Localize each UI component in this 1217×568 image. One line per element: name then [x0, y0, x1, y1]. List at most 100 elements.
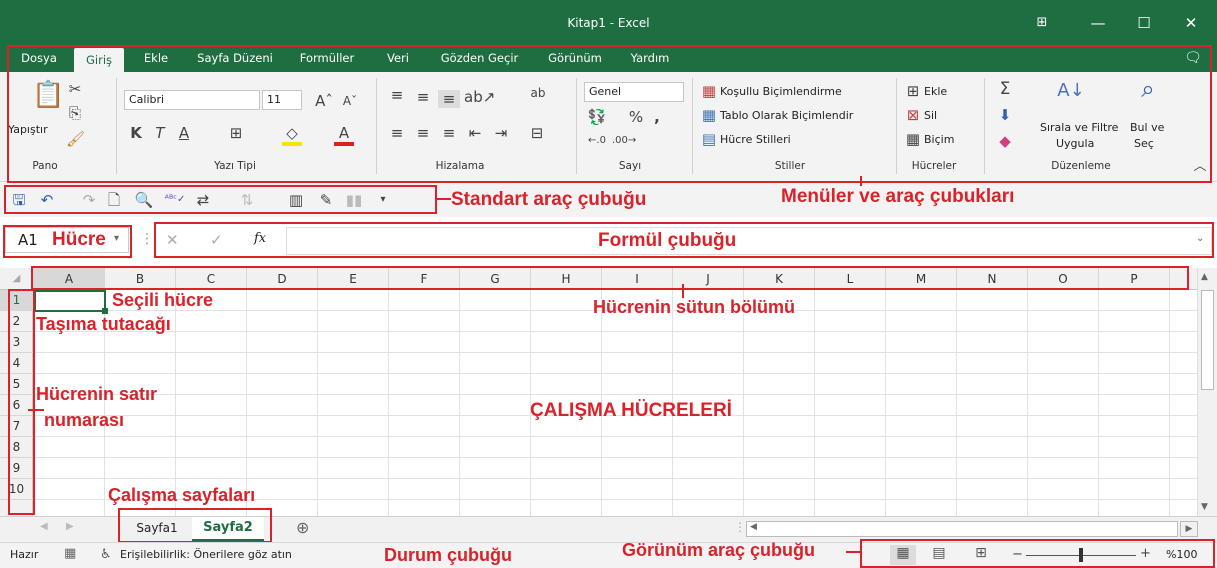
- zoom-slider-thumb[interactable]: [1079, 548, 1083, 562]
- row-header[interactable]: 7: [0, 416, 33, 437]
- page-layout-view-icon[interactable]: ▤: [926, 545, 952, 565]
- format-as-table-icon[interactable]: ▦: [700, 106, 718, 124]
- font-name-select[interactable]: Calibri: [124, 90, 260, 110]
- merge-center-icon[interactable]: ⊟: [526, 124, 548, 142]
- fill-color-icon[interactable]: ◇: [282, 124, 302, 146]
- row-header[interactable]: 6: [0, 395, 33, 416]
- row-header[interactable]: 2: [0, 311, 33, 332]
- column-header[interactable]: M: [886, 268, 957, 290]
- row-header[interactable]: 3: [0, 332, 33, 353]
- align-top-icon[interactable]: ≡: [386, 86, 408, 104]
- row-header[interactable]: 10: [0, 479, 33, 500]
- grow-font-icon[interactable]: Aˆ: [314, 92, 334, 110]
- column-header[interactable]: P: [1099, 268, 1170, 290]
- shrink-font-icon[interactable]: Aˇ: [340, 92, 360, 110]
- accessibility-icon[interactable]: ♿: [100, 547, 112, 562]
- row-header[interactable]: 1: [0, 290, 33, 311]
- tab-gozden-gecir[interactable]: Gözden Geçir: [432, 46, 527, 72]
- paint-icon[interactable]: ✎: [316, 191, 336, 209]
- number-format-select[interactable]: Genel: [584, 82, 684, 102]
- comments-icon[interactable]: 🗨: [1178, 46, 1208, 72]
- horizontal-scrollbar[interactable]: [746, 521, 1178, 537]
- save-icon[interactable]: 🖫: [10, 191, 28, 209]
- vertical-scrollbar[interactable]: ▲ ▼: [1197, 268, 1217, 516]
- align-bottom-icon[interactable]: ≡: [438, 90, 460, 108]
- fill-icon[interactable]: ⬇: [996, 106, 1014, 124]
- column-header[interactable]: L: [815, 268, 886, 290]
- orientation-icon[interactable]: ab↗: [464, 88, 495, 106]
- cell-styles-button[interactable]: Hücre Stilleri: [720, 132, 791, 148]
- underline-button[interactable]: A: [176, 124, 192, 142]
- align-center-icon[interactable]: ≡: [412, 124, 434, 142]
- sheet-tab[interactable]: Sayfa1: [124, 517, 190, 541]
- scroll-thumb[interactable]: [1201, 290, 1214, 390]
- name-box-dropdown-icon[interactable]: ▾: [114, 233, 119, 244]
- tab-giris[interactable]: Giriş: [74, 48, 124, 72]
- insert-cells-icon[interactable]: ⊞: [904, 82, 922, 100]
- align-middle-icon[interactable]: ≡: [412, 88, 434, 106]
- tab-ekle[interactable]: Ekle: [136, 46, 176, 72]
- customize-qat-icon[interactable]: ▾: [376, 191, 390, 209]
- cut-icon[interactable]: ✂: [66, 80, 84, 98]
- find-select-icon[interactable]: ⌕: [1134, 77, 1162, 101]
- column-header[interactable]: E: [318, 268, 389, 290]
- tab-sayfa-duzeni[interactable]: Sayfa Düzeni: [190, 46, 280, 72]
- tab-gorunum[interactable]: Görünüm: [540, 46, 610, 72]
- page-break-view-icon[interactable]: ⊞: [968, 545, 994, 565]
- align-right-icon[interactable]: ≡: [438, 124, 460, 142]
- spelling-icon[interactable]: ᴬᴮᶜ✓: [164, 191, 186, 209]
- increase-indent-icon[interactable]: ⇥: [490, 124, 512, 142]
- column-header[interactable]: G: [460, 268, 531, 290]
- scroll-right-icon[interactable]: ▶: [1180, 521, 1198, 537]
- borders-icon[interactable]: ⊞: [226, 124, 246, 142]
- column-header[interactable]: A: [34, 268, 105, 290]
- sheet-tab-active[interactable]: Sayfa2: [192, 517, 264, 541]
- scroll-down-icon[interactable]: ▼: [1201, 502, 1208, 512]
- normal-view-icon[interactable]: ▦: [890, 545, 916, 565]
- cell-styles-icon[interactable]: ▤: [700, 130, 718, 148]
- decrease-indent-icon[interactable]: ⇤: [464, 124, 486, 142]
- prev-sheet-icon[interactable]: ◀: [40, 521, 48, 532]
- column-header[interactable]: I: [602, 268, 673, 290]
- collapse-ribbon-icon[interactable]: ︿: [1190, 158, 1210, 176]
- undo-icon[interactable]: ↶: [36, 191, 58, 209]
- expand-formula-icon[interactable]: ⌄: [1196, 233, 1204, 244]
- row-header[interactable]: 5: [0, 374, 33, 395]
- autosum-icon[interactable]: Σ: [996, 80, 1014, 98]
- tab-split-icon[interactable]: ⋮: [734, 520, 746, 534]
- insert-function-button[interactable]: fx: [254, 231, 266, 246]
- sort-filter-button-line2[interactable]: Uygula: [1056, 136, 1094, 152]
- accessibility-status[interactable]: Erişilebilirlik: Önerilere göz atın: [120, 548, 292, 561]
- chart-icon[interactable]: ▥: [286, 191, 306, 209]
- column-header[interactable]: F: [389, 268, 460, 290]
- redo-icon[interactable]: ↷: [78, 191, 100, 209]
- column-header[interactable]: N: [957, 268, 1028, 290]
- maximize-button[interactable]: ☐: [1121, 8, 1167, 38]
- ribbon-display-icon[interactable]: ⊞: [1019, 8, 1065, 38]
- delete-cells-icon[interactable]: ⊠: [904, 106, 922, 124]
- delete-cells-button[interactable]: Sil: [924, 108, 937, 124]
- find-select-button[interactable]: Bul ve: [1130, 120, 1164, 136]
- paste-icon[interactable]: 📋: [32, 78, 64, 112]
- zoom-level[interactable]: %100: [1166, 548, 1197, 561]
- format-painter-icon[interactable]: 🖌: [66, 130, 85, 148]
- paste-button[interactable]: Yapıştır: [8, 122, 48, 138]
- column-header[interactable]: K: [744, 268, 815, 290]
- sort-filter-button[interactable]: Sırala ve Filtre: [1040, 120, 1118, 136]
- currency-icon[interactable]: 💱: [586, 108, 608, 126]
- align-left-icon[interactable]: ≡: [386, 124, 408, 142]
- close-button[interactable]: ✕: [1168, 8, 1214, 38]
- share-icon[interactable]: ⇄: [192, 191, 214, 209]
- column-header[interactable]: O: [1028, 268, 1099, 290]
- tab-dosya[interactable]: Dosya: [14, 46, 64, 72]
- find-select-button-line2[interactable]: Seç: [1134, 136, 1154, 152]
- tab-formuller[interactable]: Formüller: [292, 46, 362, 72]
- conditional-formatting-icon[interactable]: ▦: [700, 82, 718, 100]
- tab-yardim[interactable]: Yardım: [620, 46, 680, 72]
- conditional-formatting-button[interactable]: Koşullu Biçimlendirme: [720, 84, 842, 100]
- row-header[interactable]: 8: [0, 437, 33, 458]
- add-sheet-icon[interactable]: ⊕: [296, 518, 309, 537]
- insert-cells-button[interactable]: Ekle: [924, 84, 947, 100]
- print-preview-icon[interactable]: 🔍: [134, 191, 154, 209]
- scroll-left-icon[interactable]: ◀: [750, 522, 757, 532]
